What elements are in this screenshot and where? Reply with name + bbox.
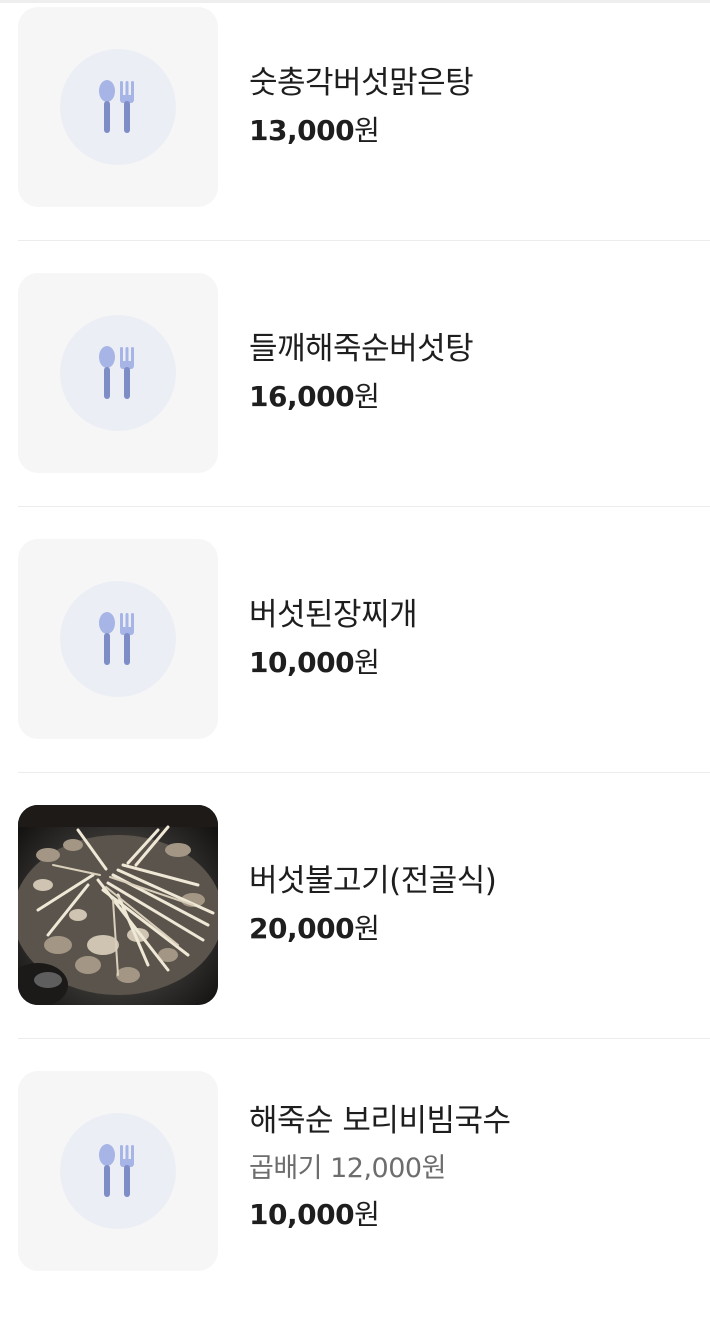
menu-item-price: 10,000원 [249, 645, 417, 681]
fork-spoon-icon [99, 80, 134, 133]
placeholder-circle [60, 49, 176, 165]
price-value: 10,000 [249, 1198, 355, 1231]
price-unit: 원 [354, 912, 380, 945]
price-value: 10,000 [249, 646, 355, 679]
menu-thumbnail-placeholder [18, 273, 218, 473]
menu-item[interactable]: 버섯된장찌개 10,000원 [0, 532, 710, 798]
fork-spoon-icon [99, 612, 134, 665]
divider [18, 772, 710, 773]
price-value: 13,000 [249, 114, 355, 147]
menu-thumbnail-placeholder [18, 1071, 218, 1271]
menu-item-name: 버섯불고기(전골식) [249, 863, 497, 899]
menu-thumbnail-placeholder [18, 539, 218, 739]
menu-item[interactable]: 버섯불고기(전골식) 20,000원 [0, 798, 710, 1064]
placeholder-circle [60, 581, 176, 697]
divider [18, 240, 710, 241]
menu-item-price: 10,000원 [249, 1197, 511, 1233]
price-unit: 원 [354, 380, 380, 413]
price-unit: 원 [354, 646, 380, 679]
menu-item-price: 20,000원 [249, 911, 496, 947]
price-value: 20,000 [249, 912, 355, 945]
price-unit: 원 [354, 1198, 380, 1231]
menu-item-price: 13,000원 [249, 113, 473, 149]
fork-spoon-icon [99, 1144, 134, 1197]
divider [18, 506, 710, 507]
divider [18, 1038, 710, 1039]
menu-item-name: 해죽순 보리비빔국수 [249, 1103, 511, 1139]
menu-thumbnail-placeholder [18, 7, 218, 207]
fork-spoon-icon [99, 346, 134, 399]
placeholder-circle [60, 1113, 176, 1229]
menu-item-name: 버섯된장찌개 [249, 597, 418, 633]
menu-item-name: 들깨해죽순버섯탕 [249, 331, 474, 367]
menu-item-price: 16,000원 [249, 379, 473, 415]
menu-item-option-price: 곱배기 12,000원 [249, 1153, 446, 1184]
mushroom-hotpot-photo [18, 805, 218, 1005]
placeholder-circle [60, 315, 176, 431]
menu-item-name: 숫총각버섯맑은탕 [249, 65, 474, 101]
menu-item[interactable]: 들깨해죽순버섯탕 16,000원 [0, 266, 710, 532]
price-unit: 원 [354, 114, 380, 147]
menu-item[interactable]: 숫총각버섯맑은탕 13,000원 [0, 0, 710, 266]
menu-item[interactable]: 해죽순 보리비빔국수 곱배기 12,000원 10,000원 [0, 1064, 710, 1330]
price-value: 16,000 [249, 380, 355, 413]
